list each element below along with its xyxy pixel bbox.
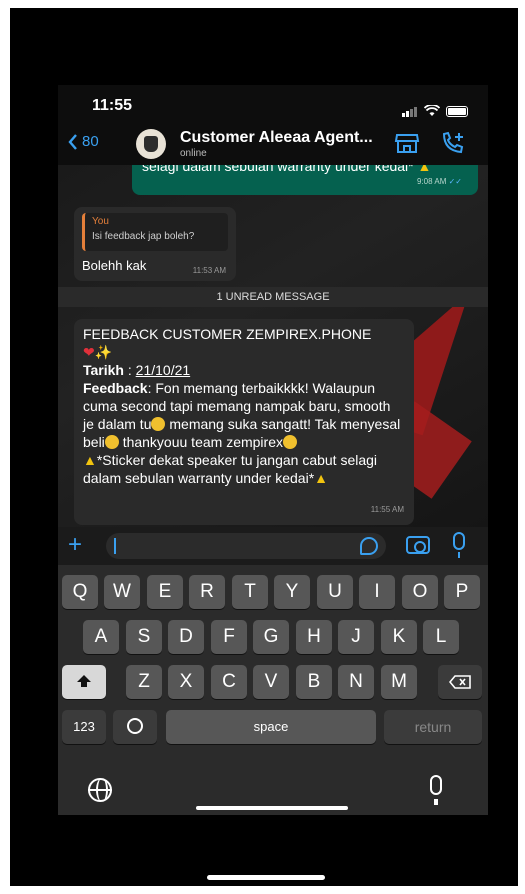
- sticker-icon[interactable]: [360, 537, 378, 555]
- contact-avatar[interactable]: [136, 129, 166, 159]
- chat-area[interactable]: selagi dalam sebulan warranty under keda…: [58, 165, 488, 527]
- key-j[interactable]: J: [338, 620, 374, 654]
- key-y[interactable]: Y: [274, 575, 310, 609]
- message-time: 11:55 AM: [370, 505, 404, 514]
- shift-key[interactable]: [62, 665, 106, 699]
- camera-icon[interactable]: [406, 536, 430, 554]
- key-e[interactable]: E: [147, 575, 183, 609]
- hearts-emoji-icon: [283, 435, 297, 449]
- dictation-mic-icon[interactable]: [430, 775, 442, 805]
- back-button[interactable]: 80: [68, 133, 99, 150]
- emoji-key[interactable]: [113, 710, 157, 744]
- sparkles-emoji-icon: ✨: [94, 344, 113, 360]
- key-g[interactable]: G: [253, 620, 289, 654]
- outer-home-indicator: [207, 875, 325, 880]
- emoji-line: ❤✨: [83, 343, 405, 361]
- date-label: Tarikh: [83, 362, 124, 378]
- quote-author: You: [92, 216, 109, 227]
- status-bar: 11:55: [58, 85, 488, 123]
- shift-icon: [77, 675, 91, 687]
- key-q[interactable]: Q: [62, 575, 98, 609]
- heart-emoji-icon: ❤: [83, 344, 95, 360]
- message-time: 11:53 AM: [192, 266, 226, 275]
- unread-banner: 1 UNREAD MESSAGE: [58, 287, 488, 307]
- key-w[interactable]: W: [104, 575, 140, 609]
- key-i[interactable]: I: [359, 575, 395, 609]
- phone-screen: 11:55 80 Customer Aleeaa Agent... online: [58, 85, 488, 815]
- outgoing-message[interactable]: selagi dalam sebulan warranty under keda…: [132, 165, 478, 195]
- message-text: selagi dalam sebulan warranty under keda…: [142, 165, 414, 174]
- key-x[interactable]: X: [168, 665, 204, 699]
- key-m[interactable]: M: [381, 665, 417, 699]
- feedback-label: Feedback: [83, 380, 148, 396]
- key-s[interactable]: S: [126, 620, 162, 654]
- feedback-message[interactable]: FEEDBACK CUSTOMER ZEMPIREX.PHONE ❤✨ Tari…: [74, 319, 414, 525]
- feedback-text-3: thankyouu team zempirex: [122, 434, 283, 450]
- message-time: 9:08 AM ✓✓: [417, 177, 462, 186]
- contact-name[interactable]: Customer Aleeaa Agent...: [180, 129, 373, 147]
- emoji-icon: [127, 718, 143, 734]
- warning-icon: ▲: [314, 470, 328, 486]
- key-o[interactable]: O: [402, 575, 438, 609]
- key-u[interactable]: U: [317, 575, 353, 609]
- space-key[interactable]: space: [166, 710, 376, 744]
- sticker-note: *Sticker dekat speaker tu jangan cabut s…: [83, 452, 378, 486]
- keyboard: Q W E R T Y U I O P A S D F G H J K L Z …: [58, 565, 488, 815]
- key-f[interactable]: F: [211, 620, 247, 654]
- status-icons: [402, 99, 468, 117]
- smiling-emoji-icon: [151, 417, 166, 431]
- numbers-key[interactable]: 123: [62, 710, 106, 744]
- text-cursor: [114, 538, 116, 554]
- quoted-message[interactable]: You Isi feedback jap boleh?: [82, 213, 228, 251]
- microphone-icon[interactable]: [453, 532, 465, 558]
- signal-icon: [402, 99, 418, 117]
- return-key[interactable]: return: [384, 710, 482, 744]
- plus-icon[interactable]: +: [68, 531, 82, 559]
- globe-icon[interactable]: [88, 778, 112, 802]
- home-indicator[interactable]: [196, 806, 348, 810]
- key-t[interactable]: T: [232, 575, 268, 609]
- read-ticks-icon: ✓✓: [448, 177, 462, 186]
- key-l[interactable]: L: [423, 620, 459, 654]
- store-icon[interactable]: [394, 131, 420, 155]
- key-z[interactable]: Z: [126, 665, 162, 699]
- backspace-key[interactable]: [438, 665, 482, 699]
- status-time: 11:55: [92, 97, 133, 114]
- key-p[interactable]: P: [444, 575, 480, 609]
- key-r[interactable]: R: [189, 575, 225, 609]
- chat-header: 80 Customer Aleeaa Agent... online: [58, 123, 488, 165]
- incoming-reply-message[interactable]: You Isi feedback jap boleh? Bolehh kak 1…: [74, 207, 236, 281]
- date-value: 21/10/21: [135, 362, 191, 378]
- battery-icon: [446, 106, 468, 117]
- call-add-icon[interactable]: [440, 131, 466, 155]
- contact-status: online: [180, 148, 207, 159]
- wifi-icon: [424, 105, 440, 116]
- key-d[interactable]: D: [168, 620, 204, 654]
- unread-count: 80: [82, 133, 99, 150]
- feedback-title: FEEDBACK CUSTOMER ZEMPIREX.PHONE: [83, 326, 372, 342]
- message-input[interactable]: [106, 533, 386, 559]
- warning-icon: ▲: [83, 452, 97, 468]
- key-a[interactable]: A: [83, 620, 119, 654]
- key-v[interactable]: V: [253, 665, 289, 699]
- quote-text: Isi feedback jap boleh?: [92, 231, 195, 242]
- backspace-icon: [448, 675, 471, 689]
- message-input-bar: +: [58, 527, 488, 565]
- chevron-left-icon: [68, 133, 77, 150]
- key-h[interactable]: H: [296, 620, 332, 654]
- key-k[interactable]: K: [381, 620, 417, 654]
- key-c[interactable]: C: [211, 665, 247, 699]
- key-n[interactable]: N: [338, 665, 374, 699]
- blushing-emoji-icon: [104, 435, 119, 449]
- key-b[interactable]: B: [296, 665, 332, 699]
